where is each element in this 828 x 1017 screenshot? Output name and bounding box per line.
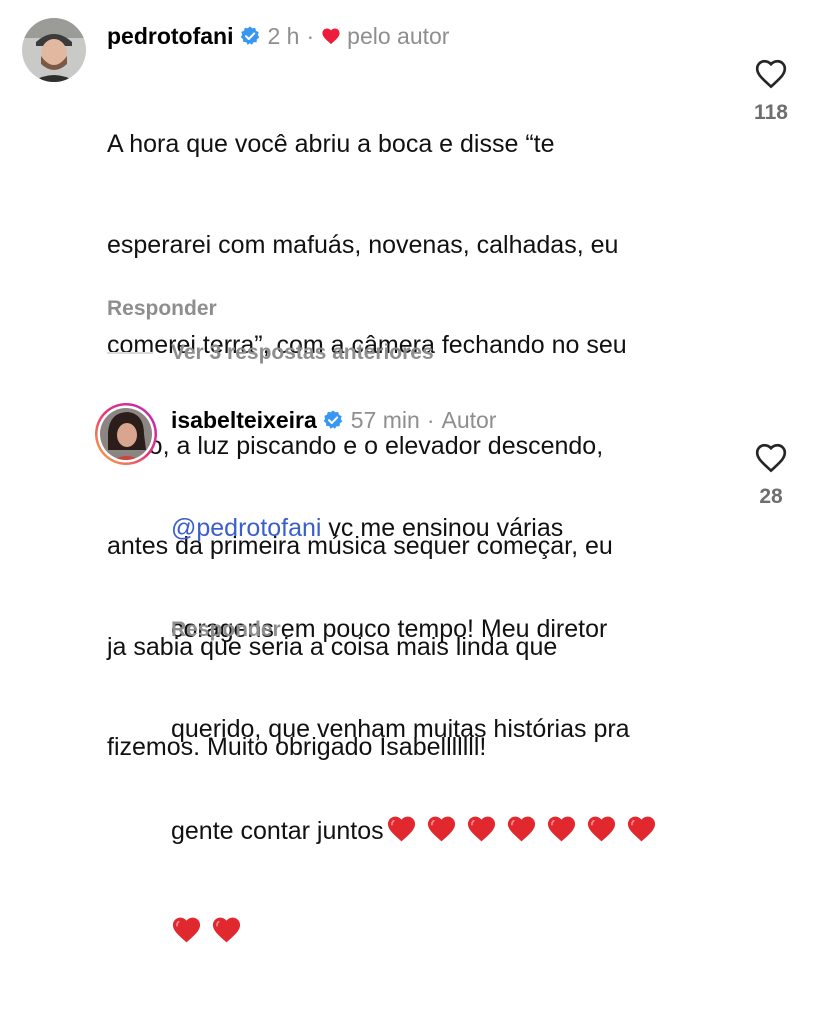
reply-text-line: gente contar juntos: [171, 814, 731, 849]
avatar-story-ring[interactable]: [94, 402, 158, 466]
mention-link[interactable]: @pedrotofani: [171, 514, 321, 542]
reply-text-line: querido, que venham muitas histórias pra: [171, 715, 630, 743]
reply-meta: isabelteixeira 57 min · Autor: [171, 406, 496, 434]
comment-meta: pedrotofani 2 h · pelo autor: [107, 22, 449, 50]
heart-emoji: [506, 814, 537, 843]
like-count: 118: [754, 101, 788, 124]
heart-emoji: [171, 915, 202, 944]
view-previous-replies-button[interactable]: Ver 3 respostas anteriores: [107, 341, 434, 365]
heart-emoji: [211, 915, 242, 944]
reply-text-segment: gente contar juntos: [171, 816, 384, 845]
comment: pedrotofani 2 h · pelo autor A hora que …: [0, 0, 828, 761]
reply-time: 57 min: [350, 407, 420, 433]
liked-by-author-label: pelo autor: [347, 23, 450, 49]
avatar-image: [22, 18, 86, 82]
view-previous-replies-label: Ver 3 respostas anteriores: [171, 341, 434, 364]
reply-text-segment: vc me ensinou várias: [321, 514, 564, 542]
heart-emoji: [426, 814, 457, 843]
separator-dot: ·: [426, 407, 435, 433]
liked-by-author-heart-icon: [321, 27, 341, 45]
heart-emoji: [386, 814, 417, 843]
verified-badge-icon: [240, 26, 260, 46]
reply-comment: isabelteixeira 57 min · Autor @pedrotofa…: [0, 390, 828, 943]
reply-text: @pedrotofani vc me ensinou várias corage…: [171, 445, 731, 1017]
like-heart-icon[interactable]: [754, 58, 788, 89]
heart-emoji: [466, 814, 497, 843]
like-column: 28: [741, 442, 801, 509]
reply-button[interactable]: Responder: [107, 297, 217, 321]
comment-time: 2 h: [267, 23, 300, 49]
heart-emoji-group: [384, 814, 666, 845]
verified-badge-icon: [323, 410, 343, 430]
username[interactable]: pedrotofani: [107, 22, 234, 50]
heart-emoji-group: [171, 915, 251, 946]
reply-text-line: @pedrotofani vc me ensinou várias: [171, 512, 731, 546]
author-label: Autor: [441, 407, 497, 433]
heart-emoji: [586, 814, 617, 843]
comment-text-line: A hora que você abriu a boca e disse “te: [107, 130, 555, 158]
like-count: 28: [759, 485, 783, 508]
like-column: 118: [741, 58, 801, 125]
like-heart-icon[interactable]: [754, 442, 788, 473]
reply-button[interactable]: Responder: [171, 618, 281, 642]
comment-text-line: esperarei com mafuás, novenas, calhadas,…: [107, 230, 619, 259]
heart-emoji: [546, 814, 577, 843]
username[interactable]: isabelteixeira: [171, 406, 317, 434]
heart-emoji: [626, 814, 657, 843]
avatar-image: [95, 403, 157, 465]
divider-line: [107, 352, 153, 354]
avatar[interactable]: [22, 18, 86, 82]
reply-text-line: [171, 915, 731, 950]
separator-dot: ·: [306, 23, 315, 49]
